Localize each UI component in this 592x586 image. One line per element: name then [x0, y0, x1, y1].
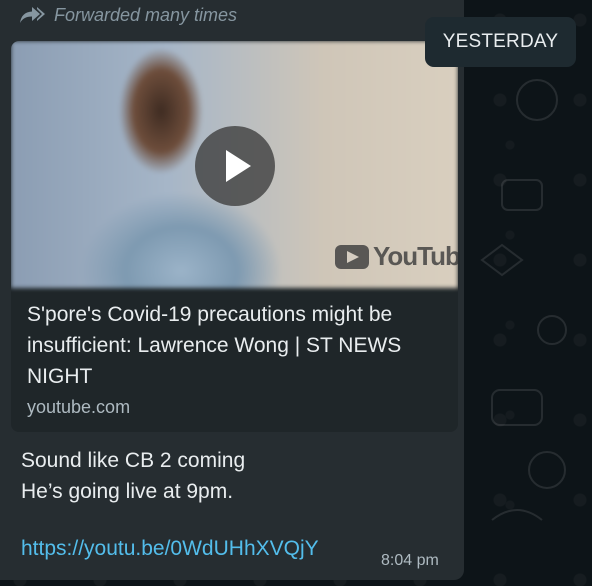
- forwarded-indicator: Forwarded many times: [18, 4, 237, 26]
- doodle-pattern-icon: [480, 79, 567, 521]
- play-icon[interactable]: [195, 126, 275, 206]
- youtube-logo-icon: YouTube: [335, 241, 458, 272]
- message-timestamp: 8:04 pm: [381, 552, 439, 569]
- message-bubble[interactable]: Forwarded many times YouTube S'pore's Co…: [0, 0, 464, 580]
- youtube-logo-text: YouTube: [373, 241, 458, 271]
- message-line-1: Sound like CB 2 coming: [21, 449, 246, 472]
- date-divider-badge: YESTERDAY: [425, 17, 576, 67]
- youtube-play-box-icon: [335, 244, 369, 269]
- message-line-2: He’s going live at 9pm.: [21, 480, 234, 503]
- forward-arrows-icon: [18, 4, 48, 26]
- forwarded-label: Forwarded many times: [54, 4, 238, 25]
- preview-domain: youtube.com: [27, 397, 131, 417]
- link-preview-card[interactable]: YouTube S'pore's Covid-19 precautions mi…: [11, 41, 458, 432]
- message-text: Sound like CB 2 coming He’s going live a…: [21, 445, 245, 507]
- message-link[interactable]: https://youtu.be/0WdUHhXVQjY: [21, 537, 319, 561]
- preview-title[interactable]: S'pore's Covid-19 precautions might be i…: [27, 299, 447, 392]
